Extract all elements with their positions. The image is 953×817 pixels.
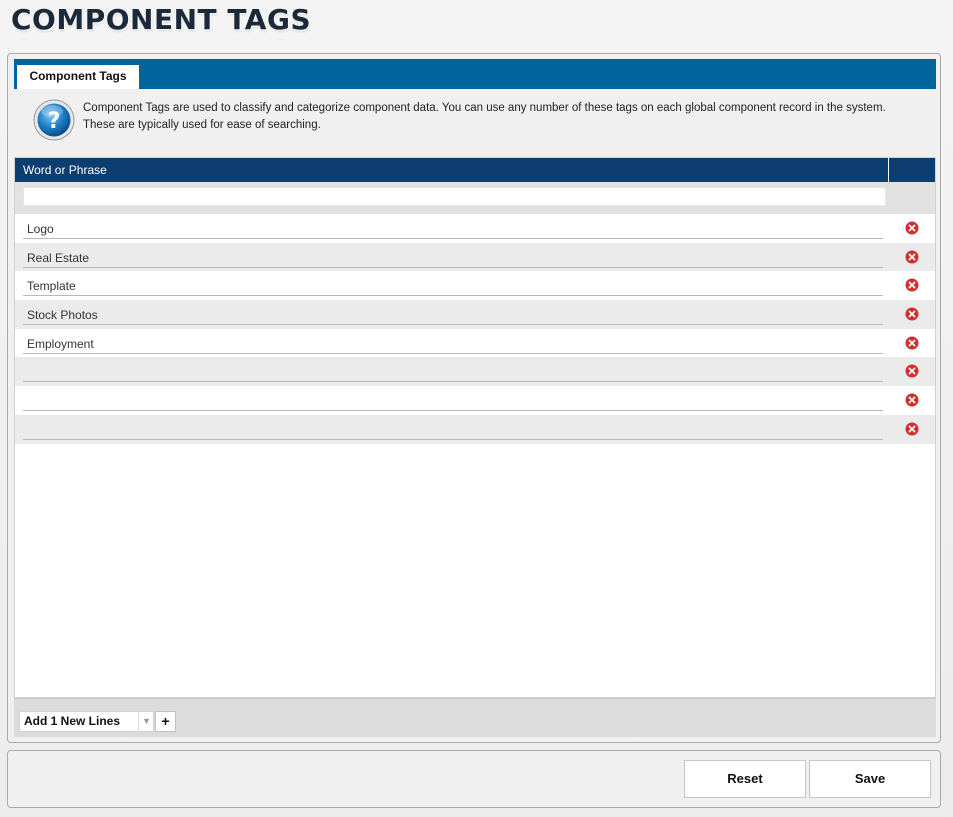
table-row: Template <box>15 271 935 301</box>
table-row <box>15 386 935 415</box>
tag-input[interactable] <box>23 418 883 440</box>
question-mark-icon: ? <box>33 99 75 141</box>
reset-button[interactable]: Reset <box>684 760 806 798</box>
tag-input[interactable]: Employment <box>23 332 883 354</box>
table-row: Employment <box>15 328 935 358</box>
help-text: Component Tags are used to classify and … <box>83 100 923 134</box>
add-lines-button[interactable]: + <box>155 711 176 732</box>
tab-component-tags[interactable]: Component Tags <box>17 65 139 89</box>
table-row: Stock Photos <box>15 300 935 329</box>
delete-x-icon[interactable] <box>905 250 919 264</box>
page-title: COMPONENT TAGS <box>11 3 312 36</box>
delete-x-icon[interactable] <box>905 364 919 378</box>
tab-strip: Component Tags <box>14 59 936 89</box>
svg-text:?: ? <box>48 109 61 134</box>
help-line-2: These are typically used for ease of sea… <box>83 119 321 131</box>
tag-input[interactable]: Template <box>23 274 883 297</box>
delete-x-icon[interactable] <box>905 393 919 407</box>
chevron-down-icon[interactable]: ▼ <box>138 712 154 731</box>
tag-input[interactable]: Logo <box>23 217 883 239</box>
table-row <box>15 414 935 444</box>
help-box: ? Component Tags are used to classify an… <box>14 89 936 157</box>
table-row <box>15 357 935 387</box>
grid-footer: Add 1 New Lines ▼ + <box>14 698 936 737</box>
main-panel: Component Tags ? Component Tags are used… <box>7 53 941 743</box>
new-tag-input[interactable] <box>23 187 886 206</box>
tag-rows: Logo Real Estate Template Stock Photos E… <box>15 214 935 444</box>
tag-input[interactable]: Real Estate <box>23 246 883 268</box>
table-row: Logo <box>15 214 935 243</box>
tag-input[interactable] <box>23 389 883 412</box>
tags-grid: Word or Phrase Logo Real Estate Template… <box>14 157 936 698</box>
grid-header: Word or Phrase <box>15 158 935 182</box>
table-row: Real Estate <box>15 242 935 272</box>
delete-x-icon[interactable] <box>905 422 919 436</box>
column-header-word-or-phrase[interactable]: Word or Phrase <box>23 158 107 182</box>
delete-x-icon[interactable] <box>905 336 919 350</box>
delete-x-icon[interactable] <box>905 221 919 235</box>
new-lines-select-value: Add 1 New Lines <box>24 714 121 728</box>
tag-input[interactable]: Stock Photos <box>23 303 883 326</box>
delete-x-icon[interactable] <box>905 278 919 292</box>
delete-x-icon[interactable] <box>905 307 919 321</box>
new-tag-row <box>15 182 935 214</box>
save-button[interactable]: Save <box>809 760 931 798</box>
help-line-1: Component Tags are used to classify and … <box>83 102 886 114</box>
header-divider <box>888 158 889 182</box>
action-panel: Reset Save <box>7 750 941 808</box>
tag-input[interactable] <box>23 360 883 383</box>
new-lines-select[interactable]: Add 1 New Lines ▼ <box>19 711 154 732</box>
